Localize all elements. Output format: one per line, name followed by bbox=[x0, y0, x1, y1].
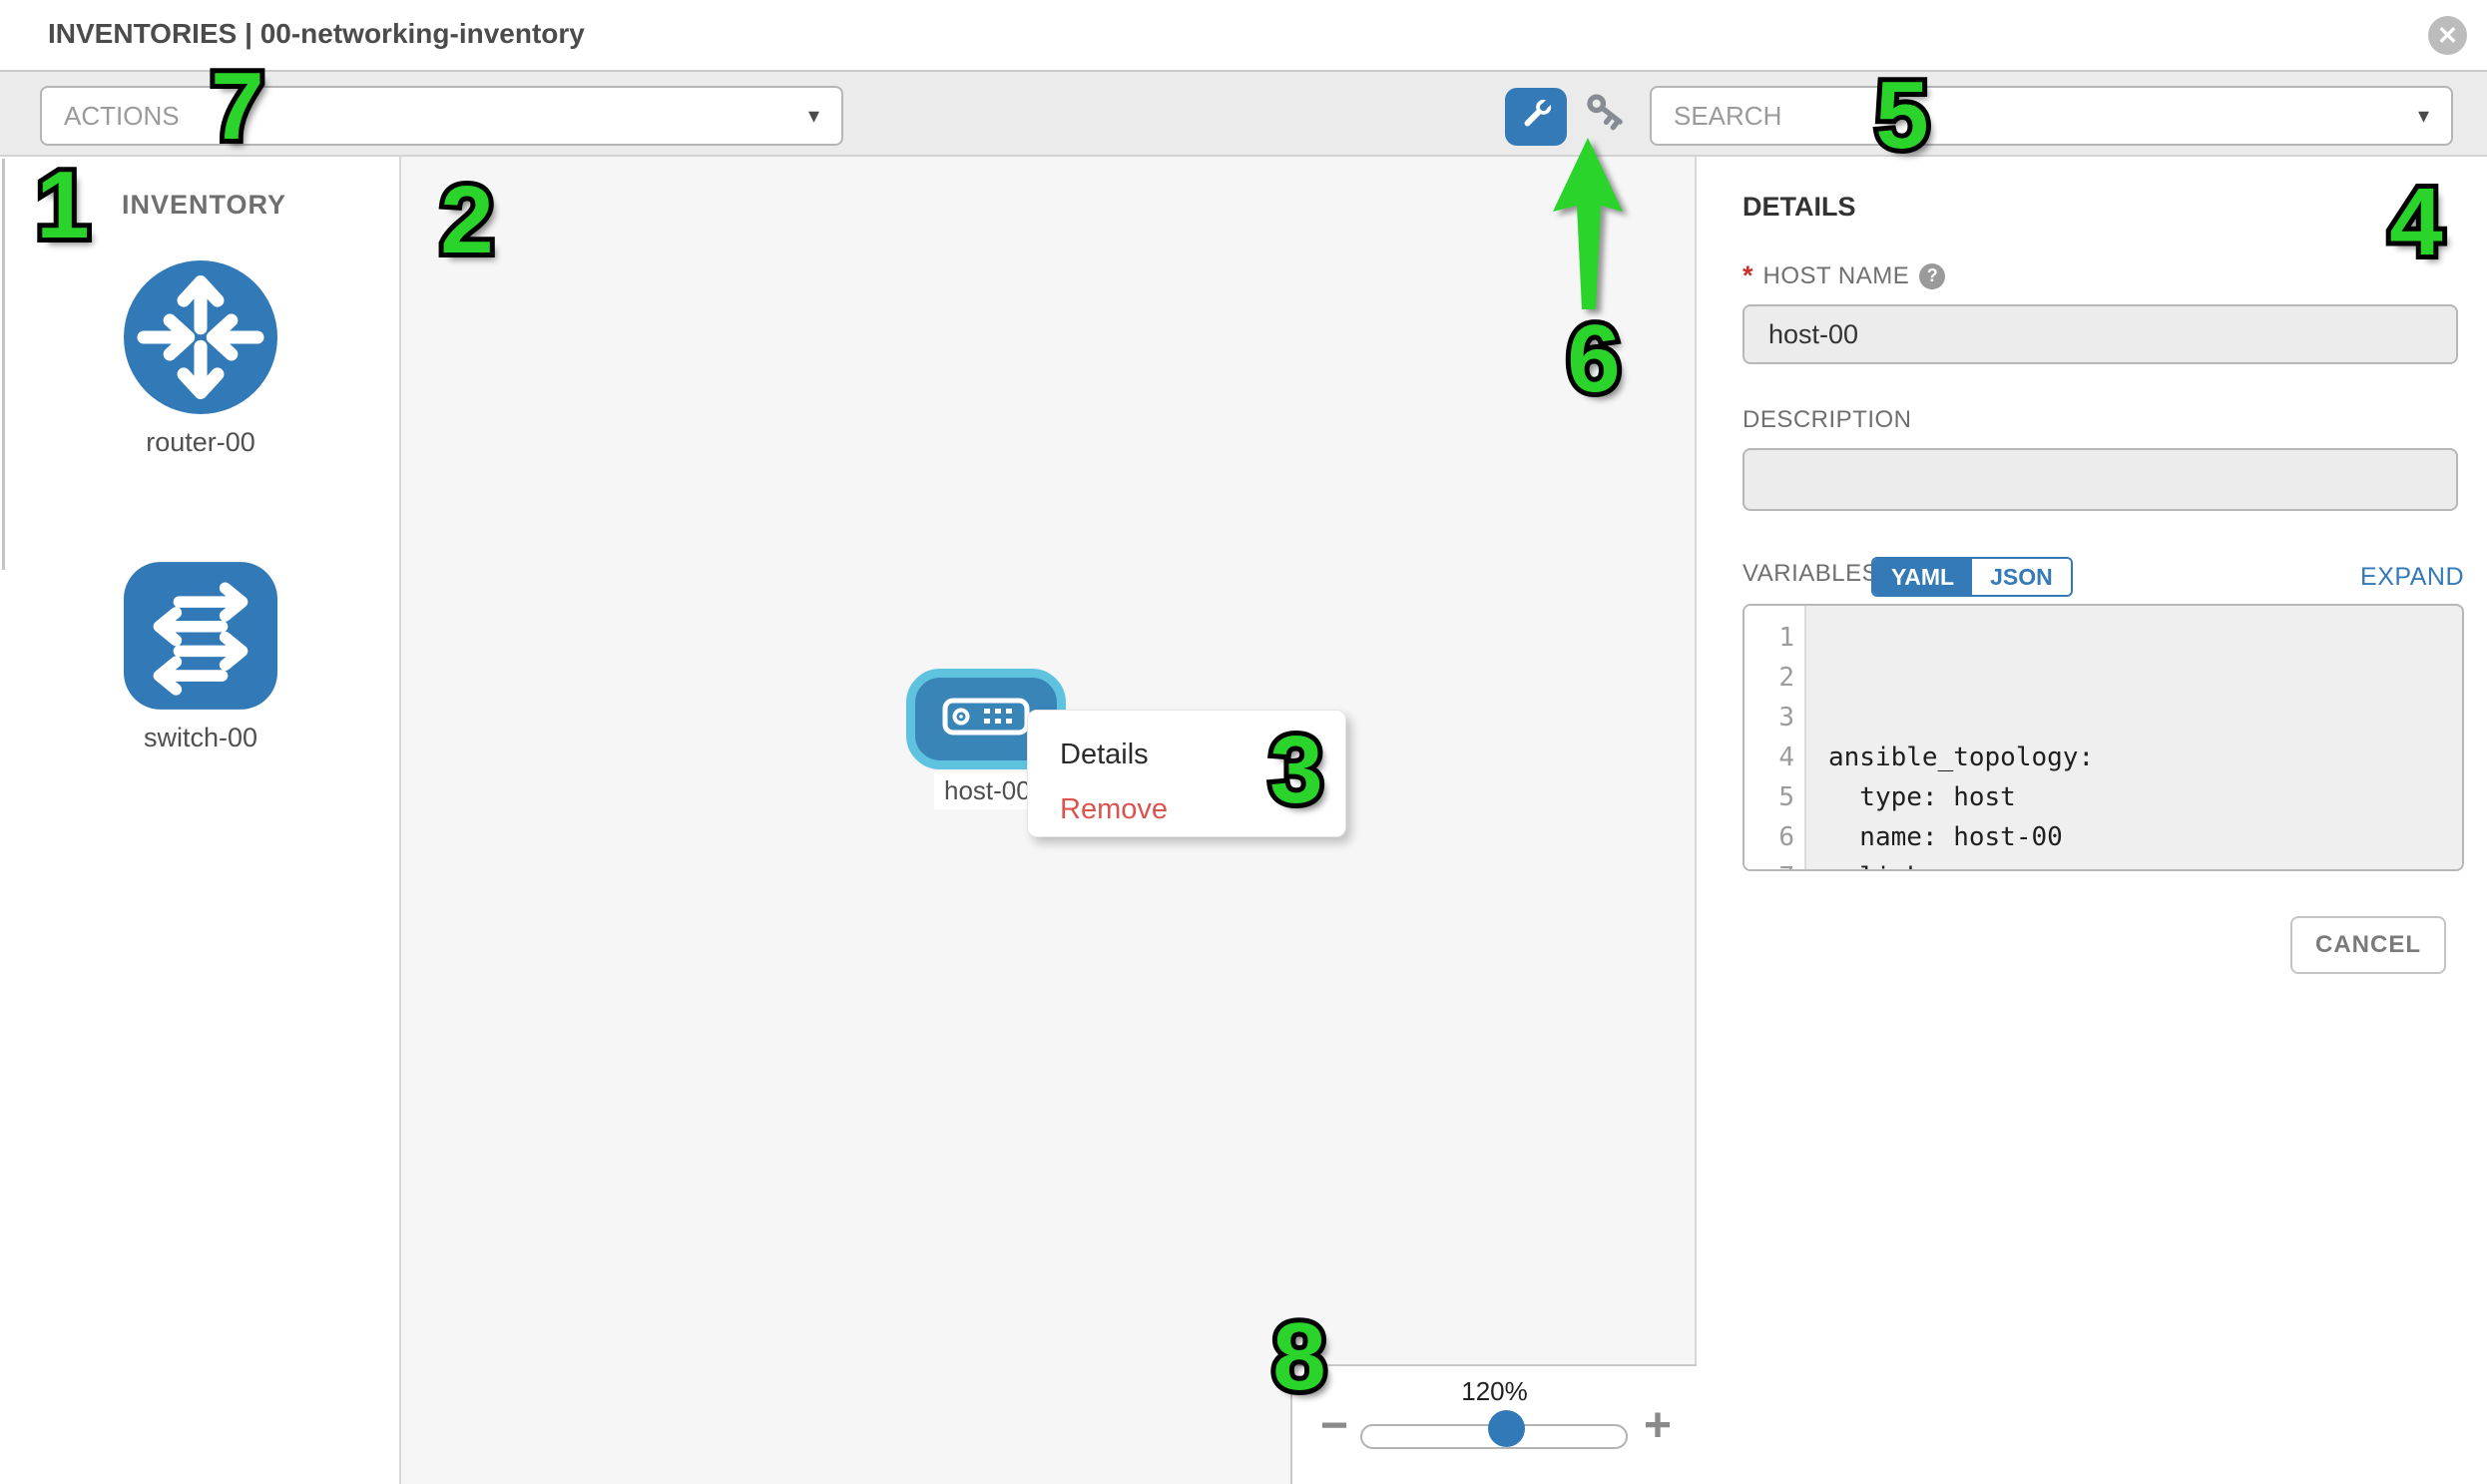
context-menu-item-details[interactable]: Details bbox=[1060, 728, 1345, 782]
search-dropdown-label: SEARCH bbox=[1674, 101, 1781, 132]
device-switch[interactable]: switch-00 bbox=[101, 562, 300, 753]
inventory-heading: INVENTORY bbox=[122, 190, 286, 221]
sidebar-scrollbar[interactable] bbox=[2, 159, 5, 570]
required-asterisk: * bbox=[1742, 260, 1753, 291]
toggle-json[interactable]: JSON bbox=[1972, 559, 2071, 595]
details-panel: DETAILS * HOST NAME ? DESCRIPTION VARIAB… bbox=[1697, 157, 2487, 1484]
toggle-yaml[interactable]: YAML bbox=[1873, 559, 1972, 595]
host-name-label: HOST NAME bbox=[1763, 262, 1910, 290]
host-node-label: host-00 bbox=[934, 772, 1041, 809]
actions-dropdown[interactable]: ACTIONS ▾ bbox=[40, 86, 843, 146]
chevron-down-icon: ▾ bbox=[2418, 103, 2429, 129]
description-label-row: DESCRIPTION bbox=[1742, 406, 1912, 434]
host-name-input[interactable] bbox=[1742, 304, 2458, 364]
expand-link[interactable]: EXPAND bbox=[2360, 563, 2464, 592]
zoom-control: 120% − + bbox=[1290, 1364, 1697, 1484]
page-title: INVENTORIES | 00-networking-inventory bbox=[48, 18, 585, 50]
chevron-down-icon: ▾ bbox=[808, 103, 819, 129]
zoom-level-label: 120% bbox=[1292, 1376, 1697, 1407]
context-menu-item-remove[interactable]: Remove bbox=[1060, 782, 1345, 837]
device-router[interactable]: router-00 bbox=[101, 260, 300, 458]
actions-dropdown-label: ACTIONS bbox=[64, 101, 180, 132]
device-label: router-00 bbox=[101, 427, 300, 458]
host-name-label-row: * HOST NAME ? bbox=[1742, 260, 1945, 291]
key-button[interactable] bbox=[1577, 92, 1629, 144]
inventory-topology-app: INVENTORIES | 00-networking-inventory ✕ … bbox=[0, 0, 2487, 1484]
zoom-out-button[interactable]: − bbox=[1320, 1402, 1348, 1450]
switch-icon bbox=[124, 697, 277, 714]
variables-code-editor[interactable]: 1234567 ansible_topology: type: host nam… bbox=[1742, 604, 2464, 871]
description-label: DESCRIPTION bbox=[1742, 406, 1912, 434]
zoom-in-button[interactable]: + bbox=[1644, 1402, 1672, 1450]
search-dropdown[interactable]: SEARCH ▾ bbox=[1650, 86, 2453, 146]
wrench-button[interactable] bbox=[1505, 88, 1567, 146]
editor-code[interactable]: ansible_topology: type: host name: host-… bbox=[1806, 606, 2462, 869]
server-icon bbox=[942, 697, 1030, 742]
editor-line-numbers: 1234567 bbox=[1744, 606, 1806, 869]
close-icon[interactable]: ✕ bbox=[2428, 16, 2467, 55]
help-icon[interactable]: ? bbox=[1919, 263, 1945, 289]
description-input[interactable] bbox=[1742, 448, 2458, 511]
topology-canvas[interactable]: host-00 Details Remove 120% − + bbox=[401, 157, 1697, 1484]
key-icon bbox=[1580, 93, 1626, 144]
router-icon bbox=[124, 401, 277, 418]
device-label: switch-00 bbox=[101, 723, 300, 753]
wrench-icon bbox=[1516, 95, 1556, 140]
variables-format-toggle: YAML JSON bbox=[1871, 557, 2073, 597]
context-menu: Details Remove bbox=[1027, 710, 1346, 837]
variables-label: VARIABLES bbox=[1742, 560, 1878, 588]
toolbar: ACTIONS ▾ bbox=[0, 70, 2487, 157]
inventory-sidebar: INVENTORY router-00 bbox=[0, 157, 401, 1484]
details-heading: DETAILS bbox=[1742, 192, 1856, 223]
cancel-button[interactable]: CANCEL bbox=[2290, 916, 2446, 974]
zoom-slider-handle[interactable] bbox=[1488, 1410, 1525, 1447]
